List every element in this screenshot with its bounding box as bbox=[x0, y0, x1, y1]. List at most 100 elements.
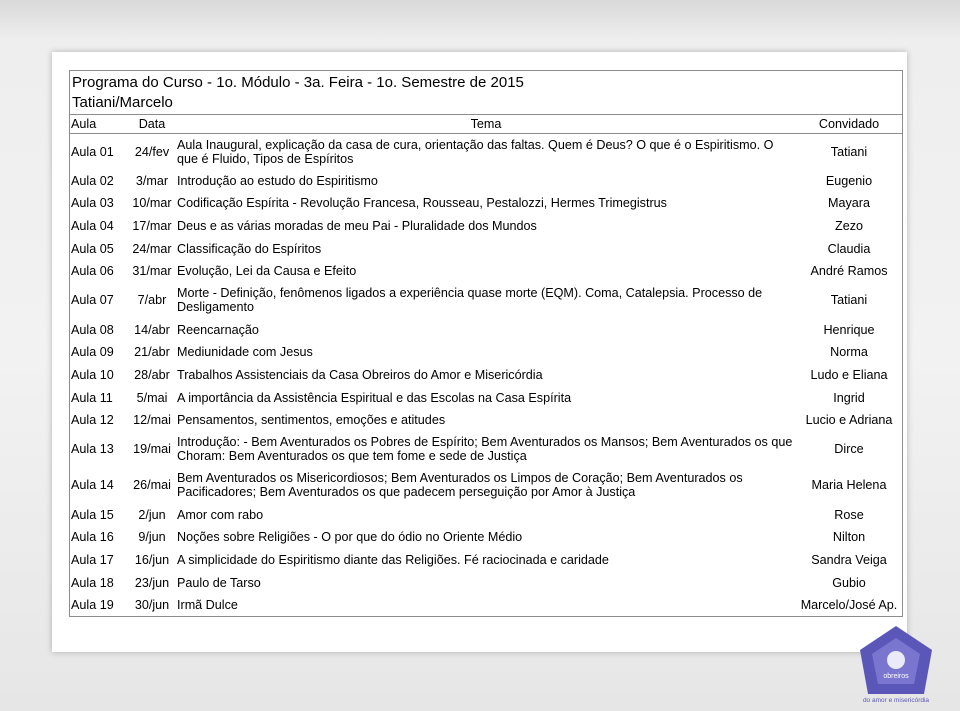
cell-convidado: Tatiani bbox=[830, 293, 868, 308]
cell-data: 21/abr bbox=[134, 345, 170, 360]
cell-aula: Aula 18 bbox=[71, 575, 114, 590]
cell-convidado: Zezo bbox=[835, 218, 863, 233]
cell-aula: Aula 11 bbox=[71, 390, 113, 405]
cell-tema: A importância da Assistência Espiritual … bbox=[177, 390, 572, 405]
cell-aula: Aula 12 bbox=[71, 413, 114, 428]
cell-tema: Morte - Definição, fenômenos ligados a e… bbox=[177, 286, 763, 315]
cell-aula: Aula 02 bbox=[71, 173, 114, 188]
cell-convidado: Ludo e Eliana bbox=[810, 367, 888, 382]
cell-convidado: Gubio bbox=[832, 575, 866, 590]
cell-data: 10/mar bbox=[132, 196, 172, 211]
cell-convidado: Dirce bbox=[834, 442, 864, 457]
program-title: Programa do Curso - 1o. Módulo - 3a. Fei… bbox=[72, 74, 524, 91]
cell-data: 7/abr bbox=[137, 293, 167, 308]
table-row: Aula 16 9/jun Noções sobre Religiões - O p… bbox=[70, 526, 902, 549]
table-row: Aula 19 30/jun Irmã Dulce Marcelo/José Ap. bbox=[70, 594, 902, 617]
column-header-data: Data bbox=[128, 114, 176, 134]
cell-aula: Aula 05 bbox=[71, 241, 114, 256]
cell-aula: Aula 06 bbox=[71, 264, 114, 279]
cell-data: 9/jun bbox=[138, 530, 166, 545]
cell-aula: Aula 13 bbox=[71, 442, 114, 457]
table-row: Aula 08 14/abr Reencarnação Henrique bbox=[70, 318, 902, 341]
cell-data: 12/mai bbox=[133, 413, 171, 428]
cell-data: 24/fev bbox=[134, 144, 170, 159]
cell-convidado: Eugenio bbox=[825, 173, 873, 188]
table-row: Aula 02 3/mar Introdução ao estudo do Espi… bbox=[70, 170, 902, 193]
cell-data: 31/mar bbox=[132, 264, 172, 279]
schedule-rows: Aula 01 24/fev Aula Inaugural, explicação … bbox=[70, 134, 902, 617]
logo-text-bottom: do amor e misericórdia bbox=[863, 697, 929, 704]
column-header-convidado: Convidado bbox=[796, 114, 902, 134]
table-header-row: Aula Data Tema Convidado bbox=[70, 114, 902, 134]
cell-convidado: Sandra Veiga bbox=[811, 552, 887, 567]
cell-data: 24/mar bbox=[132, 241, 172, 256]
cell-convidado: Tatiani bbox=[830, 144, 868, 159]
program-instructors: Tatiani/Marcelo bbox=[72, 94, 173, 111]
table-row: Aula 07 7/abr Morte - Definição, fenômenos… bbox=[70, 282, 902, 318]
cell-aula: Aula 10 bbox=[71, 367, 114, 382]
cell-convidado: Maria Helena bbox=[811, 478, 887, 493]
cell-tema: Trabalhos Assistenciais da Casa Obreiros… bbox=[177, 367, 543, 382]
table-row: Aula 17 16/jun A simplicidade do Espiritis… bbox=[70, 549, 902, 572]
cell-convidado: Ingrid bbox=[833, 390, 865, 405]
cell-data: 16/jun bbox=[134, 552, 170, 567]
cell-data: 23/jun bbox=[134, 575, 170, 590]
cell-tema: Noções sobre Religiões - O por que do ód… bbox=[177, 530, 523, 545]
cell-aula: Aula 14 bbox=[71, 478, 114, 493]
table-row: Aula 11 5/mai A importância da Assistência… bbox=[70, 386, 902, 409]
table-row: Aula 04 17/mar Deus e as várias moradas de… bbox=[70, 215, 902, 238]
course-program-sheet: Programa do Curso - 1o. Módulo - 3a. Fei… bbox=[69, 70, 903, 618]
cell-data: 5/mai bbox=[136, 390, 168, 405]
table-row: Aula 15 2/jun Amor com rabo Rose bbox=[70, 503, 902, 526]
table-row: Aula 14 26/mai Bem Aventurados os Miserico… bbox=[70, 467, 902, 503]
logo-center-mark bbox=[887, 651, 905, 669]
cell-data: 3/mar bbox=[135, 173, 169, 188]
cell-tema: Mediunidade com Jesus bbox=[177, 345, 313, 360]
cell-tema: Pensamentos, sentimentos, emoções e atit… bbox=[177, 413, 446, 428]
cell-tema: Reencarnação bbox=[177, 322, 259, 337]
cell-aula: Aula 16 bbox=[71, 530, 114, 545]
cell-tema: Amor com rabo bbox=[177, 507, 264, 522]
cell-aula: Aula 07 bbox=[71, 293, 114, 308]
cell-data: 30/jun bbox=[134, 598, 170, 613]
cell-aula: Aula 04 bbox=[71, 218, 114, 233]
table-row: Aula 03 10/mar Codificação Espírita - Revo… bbox=[70, 192, 902, 215]
column-header-tema: Tema bbox=[176, 114, 796, 134]
cell-tema: Paulo de Tarso bbox=[177, 575, 261, 590]
table-row: Aula 01 24/fev Aula Inaugural, explicação … bbox=[70, 134, 902, 170]
cell-aula: Aula 17 bbox=[71, 552, 114, 567]
cell-convidado: Lucio e Adriana bbox=[805, 413, 893, 428]
cell-data: 19/mai bbox=[133, 442, 171, 457]
logo-text-top: obreiros bbox=[883, 673, 909, 680]
program-title-block: Programa do Curso - 1o. Módulo - 3a. Fei… bbox=[70, 71, 902, 114]
cell-tema: Introdução: - Bem Aventurados os Pobres … bbox=[177, 435, 793, 464]
cell-data: 17/mar bbox=[132, 218, 172, 233]
cell-aula: Aula 19 bbox=[71, 598, 114, 613]
table-row: Aula 18 23/jun Paulo de Tarso Gubio bbox=[70, 571, 902, 594]
cell-tema: Aula Inaugural, explicação da casa de cu… bbox=[177, 137, 774, 166]
cell-aula: Aula 01 bbox=[71, 144, 114, 159]
cell-convidado: Rose bbox=[834, 507, 864, 522]
column-header-aula: Aula bbox=[70, 114, 128, 134]
cell-aula: Aula 09 bbox=[71, 345, 114, 360]
cell-aula: Aula 08 bbox=[71, 322, 114, 337]
cell-aula: Aula 15 bbox=[71, 507, 114, 522]
cell-convidado: André Ramos bbox=[810, 264, 888, 279]
table-row: Aula 13 19/mai Introdução: - Bem Aventurad… bbox=[70, 431, 902, 467]
schedule-table: Aula Data Tema Convidado Aula 01 24/fev Au… bbox=[70, 114, 902, 616]
obreiros-logo: obreiros do amor e misericórdia bbox=[860, 626, 932, 704]
cell-tema: A simplicidade do Espiritismo diante das… bbox=[177, 552, 609, 567]
table-row: Aula 05 24/mar Classificação do Espíritos C… bbox=[70, 237, 902, 260]
cell-convidado: Claudia bbox=[827, 241, 871, 256]
cell-tema: Deus e as várias moradas de meu Pai - Pl… bbox=[177, 218, 537, 233]
cell-tema: Evolução, Lei da Causa e Efeito bbox=[177, 264, 357, 279]
cell-convidado: Norma bbox=[830, 345, 868, 360]
cell-tema: Bem Aventurados os Misericordiosos; Bem … bbox=[177, 471, 743, 500]
table-row: Aula 12 12/mai Pensamentos, sentimentos, e… bbox=[70, 409, 902, 432]
cell-data: 26/mai bbox=[133, 478, 171, 493]
table-row: Aula 10 28/abr Trabalhos Assistenciais da … bbox=[70, 364, 902, 387]
cell-tema: Classificação do Espíritos bbox=[177, 241, 322, 256]
cell-convidado: Henrique bbox=[823, 322, 875, 337]
cell-data: 28/abr bbox=[134, 367, 170, 382]
cell-tema: Codificação Espírita - Revolução Frances… bbox=[177, 196, 667, 211]
